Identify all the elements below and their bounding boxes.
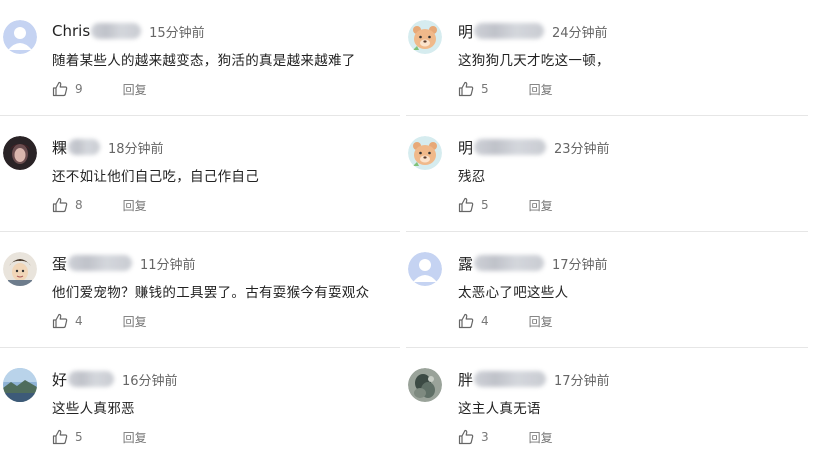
comment-time: 15分钟前: [149, 25, 205, 41]
blurred-username: [68, 255, 133, 271]
thumbs-up-icon: [458, 313, 474, 329]
like-button[interactable]: 5: [458, 197, 489, 213]
comment-actions: 5 回复: [458, 79, 553, 99]
bear-avatar[interactable]: [408, 136, 442, 170]
reply-button[interactable]: 回复: [529, 429, 553, 446]
comment-text: 太恶心了吧这些人: [458, 285, 569, 301]
comment-actions: 4 回复: [458, 311, 553, 331]
blurred-username: [91, 23, 142, 39]
comment-actions: 3 回复: [458, 427, 553, 447]
reply-button[interactable]: 回复: [529, 81, 553, 98]
comment-time: 16分钟前: [122, 373, 178, 389]
username[interactable]: 好: [52, 369, 67, 390]
comment-text: 这狗狗几天才吃这一顿，: [458, 53, 610, 69]
comment-header: 露 17分钟前: [458, 252, 608, 274]
reply-button[interactable]: 回复: [123, 429, 147, 446]
comment-item: 胖 17分钟前 这主人真无语 3 回复: [406, 348, 808, 464]
comment-actions: 5 回复: [52, 427, 147, 447]
comment-actions: 8 回复: [52, 195, 147, 215]
comment-text: 这主人真无语: [458, 401, 541, 417]
like-button[interactable]: 9: [52, 81, 83, 97]
thumbs-up-icon: [52, 313, 68, 329]
like-button[interactable]: 5: [52, 429, 83, 445]
comment-item: Chris 15分钟前 随着某些人的越来越变态，狗活的真是越来越难了 9 回复: [0, 0, 400, 116]
blurred-username: [474, 23, 545, 39]
comment-header: 好 16分钟前: [52, 368, 178, 390]
dark-portrait-avatar[interactable]: [3, 136, 37, 170]
username[interactable]: 明: [458, 137, 473, 158]
comment-item: 明 24分钟前 这狗狗几天才吃这一顿， 5 回复: [406, 0, 808, 116]
like-count: 5: [481, 82, 489, 96]
comment-time: 23分钟前: [554, 141, 610, 157]
like-button[interactable]: 5: [458, 81, 489, 97]
thumbs-up-icon: [52, 197, 68, 213]
username[interactable]: 蛋: [52, 253, 67, 274]
comment-header: 明 23分钟前: [458, 136, 610, 158]
thumbs-up-icon: [458, 197, 474, 213]
landscape-avatar[interactable]: [3, 368, 37, 402]
comment-header: 胖 17分钟前: [458, 368, 610, 390]
reply-button[interactable]: 回复: [529, 313, 553, 330]
blurred-username: [474, 139, 547, 155]
thumbs-up-icon: [52, 429, 68, 445]
comment-item: 露 17分钟前 太恶心了吧这些人 4 回复: [406, 232, 808, 348]
bear-avatar[interactable]: [408, 20, 442, 54]
comment-time: 18分钟前: [108, 141, 164, 157]
like-count: 9: [75, 82, 83, 96]
like-button[interactable]: 3: [458, 429, 489, 445]
like-count: 4: [75, 314, 83, 328]
comment-column-right: 明 24分钟前 这狗狗几天才吃这一顿， 5 回复 明 23分钟前 残忍 5 回复…: [406, 0, 808, 464]
comment-header: 明 24分钟前: [458, 20, 608, 42]
default-avatar[interactable]: [408, 252, 442, 286]
default-avatar[interactable]: [3, 20, 37, 54]
reply-button[interactable]: 回复: [123, 313, 147, 330]
like-button[interactable]: 8: [52, 197, 83, 213]
like-count: 3: [481, 430, 489, 444]
comment-time: 17分钟前: [554, 373, 610, 389]
like-count: 8: [75, 198, 83, 212]
photo-avatar[interactable]: [408, 368, 442, 402]
comment-text: 这些人真邪恶: [52, 401, 135, 417]
comment-item: 好 16分钟前 这些人真邪恶 5 回复: [0, 348, 400, 464]
blurred-username: [68, 371, 115, 387]
reply-button[interactable]: 回复: [123, 81, 147, 98]
comment-time: 11分钟前: [140, 257, 196, 273]
username[interactable]: Chris: [52, 22, 90, 40]
comment-text: 随着某些人的越来越变态，狗活的真是越来越难了: [52, 53, 356, 69]
thumbs-up-icon: [458, 81, 474, 97]
reply-button[interactable]: 回复: [123, 197, 147, 214]
like-count: 5: [481, 198, 489, 212]
comment-header: Chris 15分钟前: [52, 20, 205, 42]
like-button[interactable]: 4: [458, 313, 489, 329]
like-button[interactable]: 4: [52, 313, 83, 329]
comment-time: 17分钟前: [552, 257, 608, 273]
comment-time: 24分钟前: [552, 25, 608, 41]
comment-column-left: Chris 15分钟前 随着某些人的越来越变态，狗活的真是越来越难了 9 回复: [0, 0, 400, 464]
blurred-username: [68, 139, 101, 155]
comment-item: 粿 18分钟前 还不如让他们自己吃，自己作自己 8 回复: [0, 116, 400, 232]
blurred-username: [474, 255, 545, 271]
comment-text: 他们爱宠物？赚钱的工具罢了。古有耍猴今有耍观众: [52, 285, 370, 301]
comment-header: 粿 18分钟前: [52, 136, 164, 158]
comment-text: 还不如让他们自己吃，自己作自己: [52, 169, 259, 185]
comment-actions: 4 回复: [52, 311, 147, 331]
username[interactable]: 露: [458, 253, 473, 274]
comment-item: 蛋 11分钟前 他们爱宠物？赚钱的工具罢了。古有耍猴今有耍观众 4 回复: [0, 232, 400, 348]
comment-item: 明 23分钟前 残忍 5 回复: [406, 116, 808, 232]
reply-button[interactable]: 回复: [529, 197, 553, 214]
comment-text: 残忍: [458, 169, 486, 185]
like-count: 5: [75, 430, 83, 444]
comment-actions: 9 回复: [52, 79, 147, 99]
username[interactable]: 粿: [52, 137, 67, 158]
thumbs-up-icon: [458, 429, 474, 445]
comment-header: 蛋 11分钟前: [52, 252, 196, 274]
cartoon-face-avatar[interactable]: [3, 252, 37, 286]
username[interactable]: 明: [458, 21, 473, 42]
comment-actions: 5 回复: [458, 195, 553, 215]
username[interactable]: 胖: [458, 369, 473, 390]
like-count: 4: [481, 314, 489, 328]
thumbs-up-icon: [52, 81, 68, 97]
blurred-username: [474, 371, 547, 387]
